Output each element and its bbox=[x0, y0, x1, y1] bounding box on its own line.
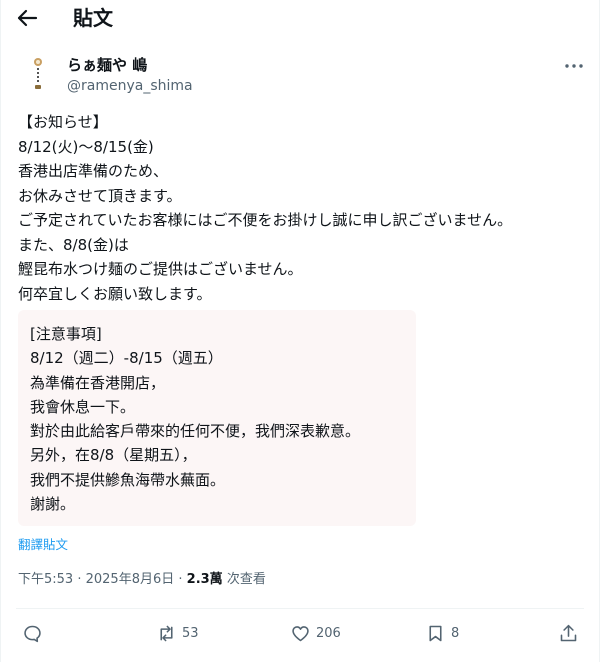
post-date[interactable]: 2025年8月6日 bbox=[86, 572, 175, 587]
like-icon bbox=[292, 625, 309, 641]
share-button[interactable] bbox=[558, 621, 579, 645]
translate-post-link[interactable]: 翻譯貼文 bbox=[18, 536, 68, 554]
author-handle[interactable]: @ramenya_shima bbox=[67, 76, 193, 96]
header: 貼文 bbox=[0, 0, 600, 36]
back-arrow-icon[interactable] bbox=[16, 7, 40, 29]
repost-icon bbox=[160, 625, 173, 641]
reply-button[interactable] bbox=[22, 621, 48, 645]
like-button[interactable]: 206 bbox=[290, 621, 341, 645]
page-title: 貼文 bbox=[73, 6, 113, 30]
like-count: 206 bbox=[316, 625, 341, 641]
divider bbox=[16, 608, 584, 609]
post-meta: 下午5:53 · 2025年8月6日 · 2.3萬 次查看 bbox=[18, 570, 266, 590]
repost-button[interactable]: 53 bbox=[156, 621, 199, 645]
share-icon bbox=[560, 624, 577, 641]
bookmark-button[interactable]: 8 bbox=[425, 621, 459, 645]
post-body: 【お知らせ】 8/12(火)〜8/15(金) 香港出店準備のため、 お休みさせて… bbox=[18, 113, 513, 303]
notice-text: [注意事項] 8/12（週二）-8/15（週五） 為準備在香港開店， 我會休息一… bbox=[30, 325, 361, 514]
meta-separator: · bbox=[73, 572, 86, 587]
column-border-left bbox=[0, 0, 1, 662]
bookmark-count: 8 bbox=[451, 625, 460, 641]
reply-icon bbox=[24, 625, 41, 642]
views-label: 次查看 bbox=[226, 572, 266, 587]
meta-separator: · bbox=[174, 572, 187, 587]
more-icon[interactable] bbox=[562, 56, 586, 76]
author-name[interactable]: らぁ麺や 嶋 bbox=[67, 55, 147, 75]
bookmark-icon bbox=[429, 625, 442, 641]
notice-box: [注意事項] 8/12（週二）-8/15（週五） 為準備在香港開店， 我會休息一… bbox=[18, 310, 416, 526]
repost-count: 53 bbox=[182, 625, 199, 641]
post-time[interactable]: 下午5:53 bbox=[18, 572, 73, 587]
avatar[interactable] bbox=[18, 52, 58, 92]
views-count: 2.3萬 bbox=[186, 572, 223, 587]
